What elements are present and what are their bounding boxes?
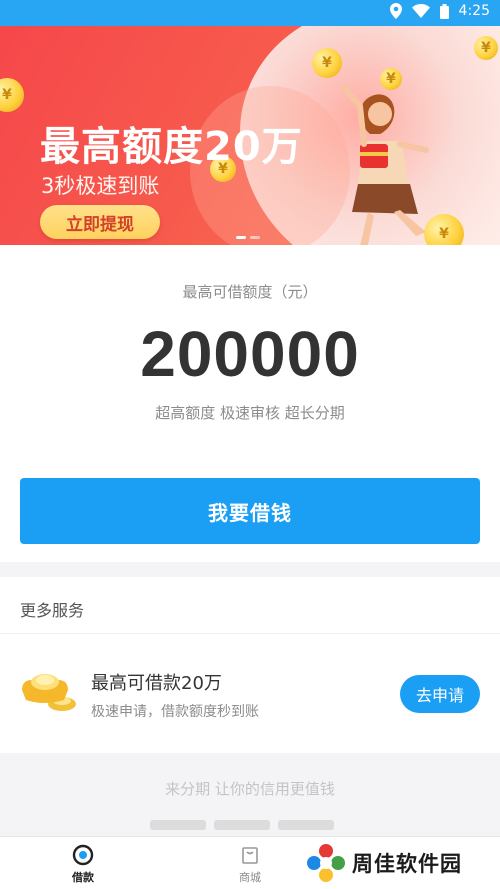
wifi-icon [411, 4, 430, 18]
service-item-title: 最高可借款20万 [91, 673, 222, 694]
section-title: 更多服务 [20, 601, 85, 620]
status-time: 4:25 [458, 3, 490, 19]
coin-icon: ¥ [0, 78, 24, 112]
promo-banner[interactable]: ¥ ¥ ¥ ¥ ¥ ¥ 最高额度20万 3秒极速到账 立即提现 [0, 26, 500, 245]
battery-icon [439, 3, 449, 19]
carousel-dot [250, 236, 260, 239]
nav-label: 借款 [72, 871, 94, 884]
watermark-text: 周佳软件园 [352, 852, 462, 876]
location-icon [389, 3, 402, 19]
nav-label: 商城 [239, 871, 261, 884]
feature-tags: 超高额度 极速审核 超长分期 [155, 404, 345, 422]
slogan-features-blurred [150, 815, 350, 830]
blurred-text [278, 820, 334, 830]
blurred-text [214, 820, 270, 830]
withdraw-now-button[interactable]: 立即提现 [40, 205, 160, 239]
shop-icon [238, 843, 262, 867]
coin-icon: ¥ [474, 36, 498, 60]
more-services-section: 更多服务 最高可借款20万 极速申请，借款额度秒到账 去申请 [0, 577, 500, 753]
blurred-text [150, 820, 206, 830]
woman-illustration [341, 86, 429, 245]
coin-icon: ¥ [312, 48, 342, 78]
gold-ingot-icon [22, 674, 76, 711]
credit-limit-label: 最高可借额度（元） [182, 283, 318, 301]
status-icons: 4:25 [389, 3, 490, 19]
carousel-dot-active [236, 236, 246, 239]
borrow-money-button[interactable]: 我要借钱 [20, 478, 480, 544]
service-item-subtitle: 极速申请，借款额度秒到账 [91, 704, 259, 720]
pinwheel-logo-icon [307, 844, 345, 882]
loan-icon [71, 843, 95, 867]
banner-headline: 最高额度20万 [40, 124, 303, 170]
credit-limit-amount: 200000 [140, 318, 360, 390]
nav-item-loan[interactable]: 借款 [43, 843, 123, 885]
carousel-indicator [236, 236, 260, 239]
slogan-text: 来分期 让你的信用更值钱 [165, 780, 335, 798]
status-bar: 4:25 [0, 0, 500, 26]
credit-limit-card: 最高可借额度（元） 200000 超高额度 极速审核 超长分期 我要借钱 [0, 245, 500, 562]
apply-button[interactable]: 去申请 [400, 675, 480, 713]
banner-subline: 3秒极速到账 [41, 174, 160, 198]
nav-item-shop[interactable]: 商城 [210, 843, 290, 885]
watermark: 周佳软件园 [306, 840, 462, 886]
divider [0, 633, 500, 634]
